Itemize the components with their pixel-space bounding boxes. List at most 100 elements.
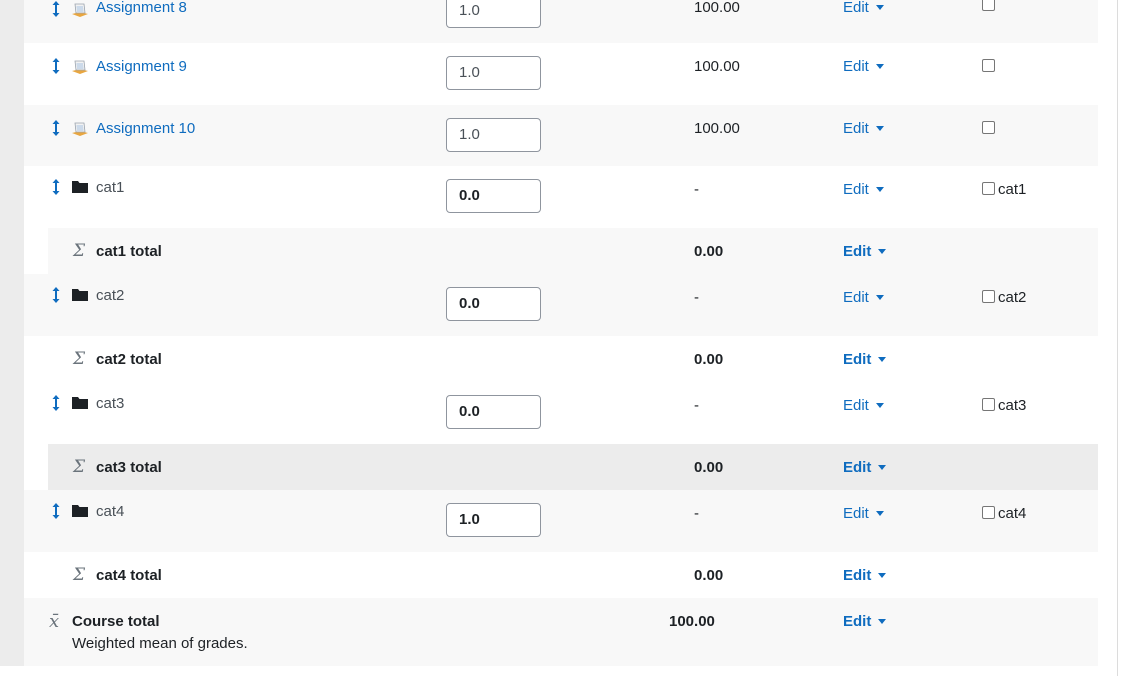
edit-menu[interactable]: Edit — [843, 243, 887, 260]
move-icon[interactable] — [51, 394, 61, 412]
caret-down-icon — [875, 126, 884, 131]
checkbox-label[interactable]: cat3 — [998, 397, 1026, 414]
caret-down-icon — [875, 5, 884, 10]
edit-menu-label: Edit — [843, 567, 872, 584]
edit-menu-label: Edit — [843, 613, 872, 630]
max-grade: 100.00 — [694, 58, 740, 75]
table-row-category: cat2 0.0 - Edit cat2 — [24, 274, 1098, 337]
move-icon[interactable] — [51, 178, 61, 196]
edit-menu[interactable]: Edit — [843, 613, 887, 630]
category-name: cat2 — [96, 287, 125, 304]
checkbox-label[interactable]: cat4 — [998, 505, 1026, 522]
max-grade: - — [694, 505, 699, 522]
max-grade: 100.00 — [669, 613, 715, 630]
edit-menu-label: Edit — [843, 289, 869, 306]
max-grade: 0.00 — [694, 567, 724, 584]
category-total-name: cat1 total — [96, 243, 162, 260]
edit-menu-label: Edit — [843, 120, 869, 137]
checkbox-label[interactable]: cat1 — [998, 181, 1026, 198]
move-icon[interactable] — [51, 57, 61, 75]
indent-spacer — [24, 336, 48, 382]
max-grade: 0.00 — [694, 351, 724, 368]
max-grade: 100.00 — [694, 120, 740, 137]
move-icon[interactable] — [51, 119, 61, 137]
caret-down-icon — [878, 465, 887, 470]
table-row-category: cat3 0.0 - Edit cat3 — [24, 382, 1098, 445]
select-checkbox[interactable] — [982, 121, 995, 134]
edit-menu[interactable]: Edit — [843, 120, 884, 137]
move-icon[interactable] — [51, 502, 61, 520]
edit-menu[interactable]: Edit — [843, 397, 884, 414]
edit-menu-label: Edit — [843, 58, 869, 75]
indent-spacer — [24, 228, 48, 274]
select-checkbox[interactable] — [982, 506, 995, 519]
assignment-icon — [72, 60, 88, 74]
folder-icon — [72, 397, 88, 409]
edit-menu[interactable]: Edit — [843, 289, 884, 306]
table-row-category: cat1 0.0 - Edit cat1 — [24, 166, 1098, 229]
table-row-category-total: Σ cat2 total 0.00 Edit — [24, 336, 1098, 383]
sigma-icon: Σ — [73, 457, 86, 477]
sigma-icon: Σ — [73, 241, 86, 261]
table-row-category-total: Σ cat3 total 0.00 Edit — [24, 444, 1098, 491]
table-row: Assignment 9 1.0 100.00 Edit — [24, 43, 1098, 106]
edit-menu-label: Edit — [843, 351, 872, 368]
edit-menu[interactable]: Edit — [843, 567, 887, 584]
max-grade: 0.00 — [694, 243, 724, 260]
grade-item-link[interactable]: Assignment 9 — [96, 58, 187, 75]
caret-down-icon — [875, 64, 884, 69]
indent-spacer — [24, 444, 48, 490]
edit-menu-label: Edit — [843, 397, 869, 414]
caret-down-icon — [878, 357, 887, 362]
max-grade: 100.00 — [694, 0, 740, 16]
caret-down-icon — [875, 403, 884, 408]
sigma-icon: Σ — [73, 565, 86, 585]
edit-menu[interactable]: Edit — [843, 181, 884, 198]
page-border — [1117, 0, 1118, 676]
category-total-name: cat3 total — [96, 459, 162, 476]
edit-menu-label: Edit — [843, 505, 869, 522]
weight-input[interactable]: 1.0 — [446, 56, 541, 90]
weight-input[interactable]: 0.0 — [446, 395, 541, 429]
select-checkbox[interactable] — [982, 182, 995, 195]
edit-menu[interactable]: Edit — [843, 58, 884, 75]
edit-menu-label: Edit — [843, 459, 872, 476]
caret-down-icon — [875, 295, 884, 300]
grade-item-link[interactable]: Assignment 10 — [96, 120, 195, 137]
move-icon[interactable] — [51, 0, 61, 18]
caret-down-icon — [875, 511, 884, 516]
select-checkbox[interactable] — [982, 290, 995, 303]
caret-down-icon — [878, 619, 887, 624]
grade-item-link[interactable]: Assignment 8 — [96, 0, 187, 16]
weight-input[interactable]: 0.0 — [446, 287, 541, 321]
weight-input[interactable]: 0.0 — [446, 179, 541, 213]
edit-menu[interactable]: Edit — [843, 505, 884, 522]
checkbox-label[interactable]: cat2 — [998, 289, 1026, 306]
table-row-category-total: Σ cat4 total 0.00 Edit — [24, 552, 1098, 599]
table-row-category-total: Σ cat1 total 0.00 Edit — [24, 228, 1098, 275]
max-grade: - — [694, 397, 699, 414]
max-grade: 0.00 — [694, 459, 724, 476]
select-checkbox[interactable] — [982, 59, 995, 72]
edit-menu-label: Edit — [843, 243, 872, 260]
weight-input[interactable]: 1.0 — [446, 503, 541, 537]
left-gutter — [0, 0, 24, 666]
table-row-category: cat4 1.0 - Edit cat4 — [24, 490, 1098, 553]
edit-menu[interactable]: Edit — [843, 459, 887, 476]
caret-down-icon — [878, 573, 887, 578]
category-total-name: cat4 total — [96, 567, 162, 584]
move-icon[interactable] — [51, 286, 61, 304]
category-name: cat4 — [96, 503, 125, 520]
select-checkbox[interactable] — [982, 0, 995, 11]
select-checkbox[interactable] — [982, 398, 995, 411]
category-name: cat3 — [96, 395, 125, 412]
gradebook-setup-table: Assignment 8 1.0 100.00 Edit Assignment … — [24, 0, 1098, 666]
weight-input[interactable]: 1.0 — [446, 118, 541, 152]
category-name: cat1 — [96, 179, 125, 196]
table-row: Assignment 8 1.0 100.00 Edit — [24, 0, 1098, 44]
caret-down-icon — [875, 187, 884, 192]
assignment-icon — [72, 3, 88, 17]
weight-input[interactable]: 1.0 — [446, 0, 541, 28]
edit-menu[interactable]: Edit — [843, 0, 884, 16]
edit-menu[interactable]: Edit — [843, 351, 887, 368]
